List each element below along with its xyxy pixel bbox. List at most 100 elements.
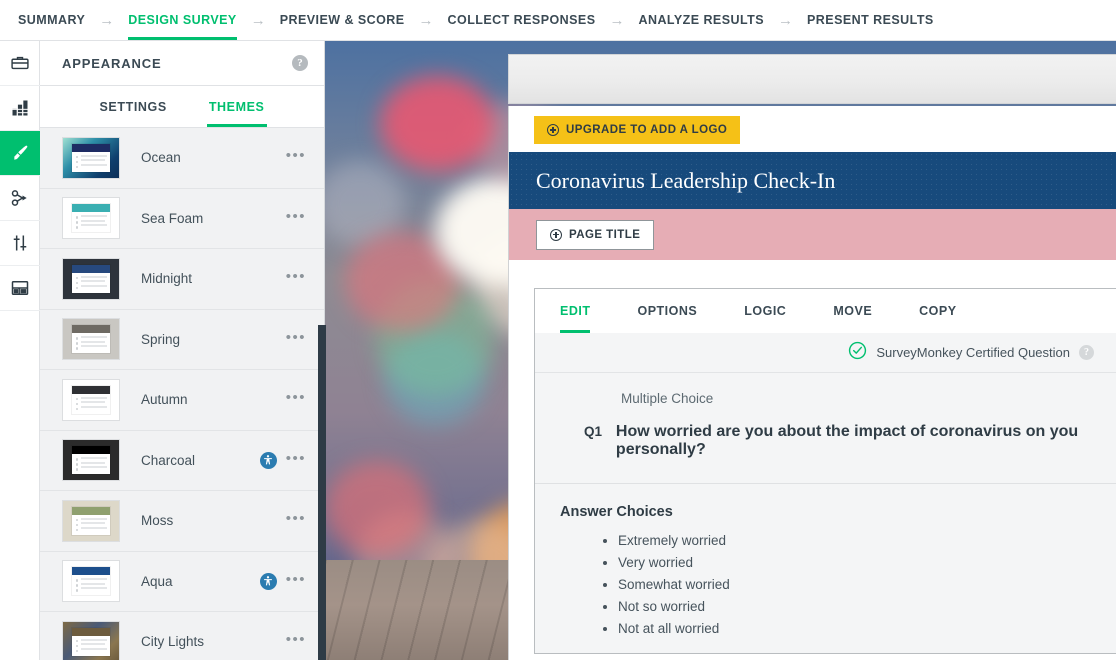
breadcrumb-nav: SUMMARY → DESIGN SURVEY → PREVIEW & SCORE → CO… [0,0,1116,41]
help-icon[interactable]: ? [292,55,308,71]
page-title-band: PAGE TITLE [509,209,1116,260]
answer-choices-section: Answer Choices Extremely worried Very wor… [535,484,1116,653]
breadcrumb-item-analyze-results[interactable]: ANALYZE RESULTS [639,0,765,40]
question-tabs: EDIT OPTIONS LOGIC MOVE COPY [535,289,1116,333]
theme-thumbnail [62,318,120,361]
rail-item-build[interactable] [0,41,40,86]
breadcrumb-arrow-icon: → [418,11,434,29]
theme-thumbnail [62,197,120,240]
page-title-button[interactable]: PAGE TITLE [536,219,655,250]
panel-tab-settings[interactable]: SETTINGS [100,86,167,127]
theme-name: Autumn [141,392,188,408]
theme-options-menu-button[interactable]: ••• [286,390,306,409]
theme-name: Midnight [141,271,193,287]
question-tab-edit[interactable]: EDIT [560,289,614,333]
answer-choices-title: Answer Choices [560,504,673,520]
accessibility-icon[interactable] [259,572,277,590]
breadcrumb-item-summary[interactable]: SUMMARY [18,0,85,40]
theme-row[interactable]: Spring ••• [40,309,324,370]
question-tab-move[interactable]: MOVE [833,289,896,333]
upgrade-to-add-logo-button[interactable]: UPGRADE TO ADD A LOGO [534,116,741,144]
theme-thumbnail [62,257,120,300]
theme-list: Ocean ••• Sea Foam ••• Midnight ••• Spring ••• A… [40,128,324,660]
theme-options-menu-button[interactable]: ••• [286,511,306,530]
plus-circle-icon [550,228,562,241]
answer-choice-item: Not so worried [618,599,1116,614]
breadcrumb-item-present-results[interactable]: PRESENT RESULTS [807,0,934,40]
theme-options-menu-button[interactable]: ••• [286,572,306,591]
page-title-button-label: PAGE TITLE [569,228,641,241]
theme-row[interactable]: Ocean ••• [40,128,324,189]
theme-row[interactable]: Aqua ••• [40,551,324,612]
breadcrumb-item-collect-responses[interactable]: COLLECT RESPONSES [448,0,596,40]
survey-preview-toolbar [508,54,1116,104]
theme-row[interactable]: Autumn ••• [40,370,324,431]
panel-tab-themes[interactable]: THEMES [206,86,267,127]
theme-name: Spring [141,331,181,347]
theme-thumbnail [62,378,120,421]
rail-item-logic[interactable] [0,176,40,221]
theme-name: Sea Foam [141,210,204,226]
theme-options-menu-button[interactable]: ••• [286,451,306,470]
theme-thumbnail [62,439,120,482]
theme-row[interactable]: Midnight ••• [40,249,324,310]
answer-choice-item: Somewhat worried [618,577,1116,592]
answer-choice-item: Not at all worried [618,621,1116,636]
question-tab-copy[interactable]: COPY [919,289,980,333]
certified-help-icon[interactable]: ? [1079,345,1094,360]
plus-circle-icon [547,124,559,136]
breadcrumb-item-design-survey[interactable]: DESIGN SURVEY [128,0,238,40]
survey-preview: UPGRADE TO ADD A LOGO Coronavirus Leader… [508,106,1116,660]
theme-thumbnail [62,499,120,542]
certified-question-row: SurveyMonkey Certified Question ? [535,333,1116,373]
rail-item-appearance[interactable] [0,131,40,176]
theme-row[interactable]: Moss ••• [40,491,324,552]
panel-tabs: SETTINGS THEMES [40,86,324,128]
question-text[interactable]: How worried are you about the impact of … [616,423,1096,459]
toolbox-icon [10,53,30,73]
certified-check-icon [848,341,867,365]
survey-title[interactable]: Coronavirus Leadership Check-In [536,168,835,194]
sliders-icon [10,233,30,253]
theme-options-menu-button[interactable]: ••• [286,632,306,651]
question-tab-options[interactable]: OPTIONS [637,289,721,333]
question-number: Q1 [584,424,603,439]
survey-title-band: Coronavirus Leadership Check-In [509,152,1116,209]
theme-row[interactable]: Charcoal ••• [40,430,324,491]
question-type: Multiple Choice [621,391,714,406]
panel-header: APPEARANCE ? [40,41,324,86]
theme-name: City Lights [141,634,205,650]
answer-choices-list: Extremely worried Very worried Somewhat wo… [560,533,1116,636]
theme-name: Moss [141,513,174,529]
theme-name: Ocean [141,150,181,166]
answer-choice-item: Extremely worried [618,533,1116,548]
rail-item-options[interactable] [0,221,40,266]
breadcrumb-arrow-icon: → [778,11,794,29]
theme-thumbnail [62,620,120,660]
rail-item-results[interactable] [0,86,40,131]
breadcrumb-arrow-icon: → [250,11,266,29]
accessibility-icon[interactable] [259,451,277,469]
theme-list-scrollbar[interactable] [318,325,326,660]
rail-item-layout[interactable] [0,266,40,311]
theme-options-menu-button[interactable]: ••• [286,269,306,288]
certified-label: SurveyMonkey Certified Question [876,345,1070,360]
theme-row[interactable]: Sea Foam ••• [40,188,324,249]
breadcrumb-item-preview-score[interactable]: PREVIEW & SCORE [280,0,405,40]
question-tab-logic[interactable]: LOGIC [744,289,810,333]
question-body: Multiple Choice Q1 How worried are you a… [535,373,1116,653]
theme-options-menu-button[interactable]: ••• [286,209,306,228]
breadcrumb-arrow-icon: → [99,11,115,29]
logo-strip: UPGRADE TO ADD A LOGO [509,106,1116,152]
bar-chart-icon [10,98,30,118]
bokeh-light [380,76,495,171]
answer-choice-item: Very worried [618,555,1116,570]
theme-thumbnail [62,136,120,179]
question-card: EDIT OPTIONS LOGIC MOVE COPY SurveyMonkey Ce… [534,288,1116,654]
theme-options-menu-button[interactable]: ••• [286,148,306,167]
theme-thumbnail [62,560,120,603]
theme-row[interactable]: City Lights ••• [40,612,324,660]
theme-options-menu-button[interactable]: ••• [286,330,306,349]
left-icon-rail [0,41,40,660]
paintbrush-icon [10,143,30,163]
